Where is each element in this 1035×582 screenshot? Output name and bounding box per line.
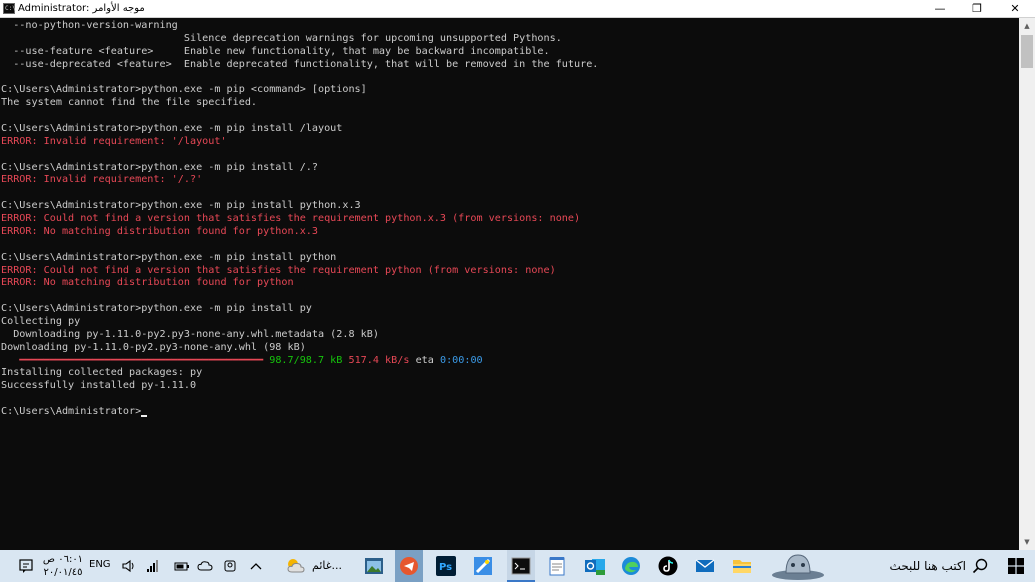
minimize-button[interactable]: — bbox=[923, 0, 957, 18]
progress-bar: ━━━━━━━━━━━━━━━━━━━━━━━━━━━━━━━━━━━━━━━━ bbox=[1, 354, 270, 366]
svg-text:Ps: Ps bbox=[439, 562, 452, 573]
scroll-down-arrow-icon[interactable]: ▼ bbox=[1019, 534, 1035, 550]
app-icon-label: C:\ bbox=[5, 5, 16, 12]
terminal-line: Downloading py-1.11.0-py2.py3-none-any.w… bbox=[1, 341, 306, 353]
progress-eta: 0:00:00 bbox=[439, 354, 483, 366]
outlook-icon[interactable] bbox=[582, 550, 608, 582]
speaker-icon[interactable] bbox=[120, 550, 138, 582]
terminal-line: Collecting py bbox=[1, 316, 81, 327]
title-bar: C:\ Administrator: موجه الأوامر — ❐ ✕ bbox=[0, 0, 1035, 18]
terminal-line: The system cannot find the file specifie… bbox=[1, 97, 258, 109]
edge-icon[interactable] bbox=[619, 550, 643, 582]
scroll-up-arrow-icon[interactable]: ▲ bbox=[1019, 18, 1035, 34]
cortana-icon[interactable] bbox=[768, 550, 828, 582]
terminal-line: Installing collected packages: py bbox=[1, 367, 203, 379]
vertical-scrollbar[interactable]: ▲ ▼ bbox=[1019, 18, 1035, 550]
terminal-line: C:\Users\Administrator>python.exe -m pip… bbox=[1, 122, 343, 134]
scrollbar-thumb[interactable] bbox=[1021, 35, 1033, 68]
close-button[interactable]: ✕ bbox=[998, 0, 1032, 18]
taskbar: ٠٦:٠١ ص ٢٠/٠١/٤٥ ENG غائم... Ps اكتب هنا… bbox=[0, 550, 1035, 582]
error-line: ERROR: No matching distribution found fo… bbox=[1, 225, 318, 237]
window-title: Administrator: موجه الأوامر bbox=[18, 3, 145, 14]
error-line: ERROR: Could not find a version that sat… bbox=[1, 264, 556, 276]
terminal-line: C:\Users\Administrator>python.exe -m pip… bbox=[1, 251, 337, 263]
photoshop-icon[interactable]: Ps bbox=[434, 550, 458, 582]
terminal-line: C:\Users\Administrator>python.exe -m pip… bbox=[1, 84, 367, 96]
terminal-line: Silence deprecation warnings for upcomin… bbox=[1, 32, 562, 44]
taskbar-clock[interactable]: ٠٦:٠١ ص ٢٠/٠١/٤٥ bbox=[42, 553, 84, 579]
terminal-line: --use-deprecated <feature> Enable deprec… bbox=[1, 58, 599, 70]
error-line: ERROR: Invalid requirement: '/layout' bbox=[1, 135, 227, 147]
terminal-line: Downloading py-1.11.0-py2.py3-none-any.w… bbox=[1, 328, 379, 340]
command-prompt-line: C:\Users\Administrator> bbox=[1, 405, 148, 418]
mail-icon[interactable] bbox=[693, 550, 717, 582]
terminal-line: --use-feature <feature> Enable new funct… bbox=[1, 45, 550, 57]
telegram-icon[interactable] bbox=[395, 550, 423, 582]
network-icon[interactable] bbox=[143, 550, 161, 582]
windows-start-icon[interactable] bbox=[1003, 550, 1029, 582]
download-progress-line: ━━━━━━━━━━━━━━━━━━━━━━━━━━━━━━━━━━━━━━━━… bbox=[1, 354, 483, 367]
language-indicator[interactable]: ENG bbox=[89, 559, 111, 570]
search-icon[interactable] bbox=[970, 550, 990, 582]
terminal-line: C:\Users\Administrator>python.exe -m pip… bbox=[1, 200, 361, 212]
error-line: ERROR: No matching distribution found fo… bbox=[1, 277, 294, 289]
progress-speed: 517.4 kB/s bbox=[348, 354, 410, 366]
taskbar-search-input[interactable]: اكتب هنا للبحث bbox=[876, 559, 966, 573]
error-line: ERROR: Invalid requirement: '/.?' bbox=[1, 174, 203, 186]
notification-icon[interactable] bbox=[14, 550, 38, 582]
chevron-up-icon[interactable] bbox=[247, 550, 265, 582]
explorer-window-icon[interactable] bbox=[362, 550, 386, 582]
notepad-icon[interactable] bbox=[545, 550, 569, 582]
restore-button[interactable]: ❐ bbox=[960, 0, 994, 18]
file-explorer-icon[interactable] bbox=[730, 550, 754, 582]
clock-time: ٠٦:٠١ ص bbox=[42, 554, 84, 565]
terminal-icon[interactable] bbox=[507, 550, 535, 582]
tiktok-icon[interactable] bbox=[656, 550, 680, 582]
cloud-icon[interactable] bbox=[196, 550, 214, 582]
clock-date: ٢٠/٠١/٤٥ bbox=[43, 567, 83, 578]
progress-size: 98.7/98.7 kB bbox=[269, 354, 343, 366]
battery-icon[interactable] bbox=[173, 550, 191, 582]
text-cursor bbox=[141, 415, 148, 418]
paint-icon[interactable] bbox=[471, 550, 495, 582]
terminal-line: C:\Users\Administrator>python.exe -m pip… bbox=[1, 161, 318, 173]
weather-label[interactable]: غائم... bbox=[312, 559, 342, 572]
terminal-line: --no-python-version-warning bbox=[1, 20, 178, 31]
terminal-output[interactable]: --no-python-version-warning Silence depr… bbox=[0, 18, 1019, 550]
weather-icon[interactable] bbox=[283, 550, 309, 582]
terminal-line: C:\Users\Administrator>python.exe -m pip… bbox=[1, 303, 312, 315]
error-line: ERROR: Could not find a version that sat… bbox=[1, 213, 581, 225]
cmd-app-icon[interactable]: C:\ bbox=[3, 3, 16, 14]
people-icon[interactable] bbox=[221, 550, 239, 582]
terminal-line: Successfully installed py-1.11.0 bbox=[1, 380, 197, 392]
progress-eta-label: eta bbox=[415, 354, 434, 366]
